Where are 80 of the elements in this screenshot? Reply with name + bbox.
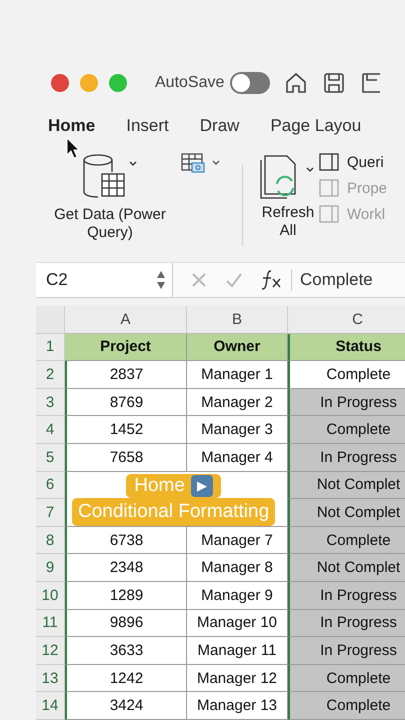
- table-cell: Complete: [288, 416, 405, 444]
- ribbon-tab[interactable]: Home: [48, 116, 96, 136]
- table-cell: 2837: [65, 361, 187, 389]
- row-header[interactable]: 2: [36, 361, 65, 389]
- table-cell: Not Complet: [288, 554, 405, 582]
- row-header[interactable]: 14: [36, 692, 65, 720]
- table-cell: 3424: [65, 692, 187, 720]
- function-icon[interactable]: [259, 269, 283, 292]
- row-header[interactable]: 12: [36, 637, 65, 665]
- table-cell: Not Complet: [288, 499, 405, 527]
- table-cell: Not Complet: [288, 472, 405, 500]
- table-cell: In Progress: [288, 610, 405, 638]
- name-box[interactable]: C2: [36, 263, 173, 298]
- caption-text: Home: [134, 474, 185, 497]
- row-header[interactable]: 9: [36, 554, 65, 582]
- panel-icon: [319, 204, 339, 224]
- get-data-button[interactable]: Get Data (Power Query): [45, 206, 175, 242]
- save-icon[interactable]: [322, 70, 346, 94]
- table-cell: In Progress: [288, 388, 405, 416]
- play-glyph: ▶: [190, 474, 213, 497]
- caption-text: Conditional Formatting: [78, 500, 270, 523]
- row-header[interactable]: 7: [36, 499, 65, 527]
- cell-reference: C2: [46, 270, 68, 290]
- row-header[interactable]: 1: [36, 334, 65, 362]
- table-cell: Manager 3: [187, 416, 288, 444]
- table-cell: In Progress: [288, 444, 405, 472]
- row-header[interactable]: 8: [36, 526, 65, 554]
- table-cell: Complete: [288, 692, 405, 720]
- column-header[interactable]: C: [288, 306, 405, 334]
- ribbon-item[interactable]: Queri: [319, 152, 388, 172]
- autosave-toggle[interactable]: [230, 72, 270, 94]
- header-cell: Status: [288, 334, 405, 362]
- table-cell: Manager 1: [187, 361, 288, 389]
- table-cell: 9896: [65, 610, 187, 638]
- header-cell: Owner: [187, 334, 288, 362]
- ribbon-tab[interactable]: Insert: [126, 116, 169, 136]
- autosave-label: AutoSave: [155, 74, 224, 92]
- ribbon-tab[interactable]: Draw: [200, 116, 240, 136]
- row-header[interactable]: 3: [36, 388, 65, 416]
- stepper-icon[interactable]: [156, 269, 166, 292]
- table-cell: Manager 4: [187, 444, 288, 472]
- row-header[interactable]: 5: [36, 444, 65, 472]
- table-cell: 2348: [65, 554, 187, 582]
- row-header[interactable]: 10: [36, 582, 65, 610]
- row-header[interactable]: 11: [36, 610, 65, 638]
- row-header[interactable]: 13: [36, 664, 65, 692]
- column-header[interactable]: B: [187, 306, 288, 334]
- close-button[interactable]: [51, 74, 69, 92]
- table-cell: 6738: [65, 526, 187, 554]
- table-cell: In Progress: [288, 637, 405, 665]
- table-cell: Manager 10: [187, 610, 288, 638]
- table-cell: Manager 2: [187, 388, 288, 416]
- column-header[interactable]: A: [65, 306, 187, 334]
- table-cell: 1242: [65, 664, 187, 692]
- refresh-all-button[interactable]: Refresh All: [259, 204, 317, 240]
- check-icon[interactable]: [225, 272, 243, 288]
- ribbon-tab[interactable]: Page Layou: [270, 116, 362, 136]
- row-header[interactable]: 6: [36, 472, 65, 500]
- formula-input[interactable]: Complete: [300, 270, 373, 290]
- cursor-icon: [66, 137, 80, 159]
- table-cell: Complete: [288, 526, 405, 554]
- table-cell: Manager 12: [187, 664, 288, 692]
- header-cell: Project: [65, 334, 187, 362]
- table-cell: Manager 11: [187, 637, 288, 665]
- table-cell: Complete: [288, 361, 405, 389]
- table-cell: 1452: [65, 416, 187, 444]
- table-cell: Manager 13: [187, 692, 288, 720]
- table-cell: Manager 7: [187, 526, 288, 554]
- table-cell: 7658: [65, 444, 187, 472]
- table-cell: In Progress: [288, 582, 405, 610]
- row-header[interactable]: 4: [36, 416, 65, 444]
- table-cell: Complete: [288, 664, 405, 692]
- table-cell: Manager 9: [187, 582, 288, 610]
- home-icon[interactable]: [284, 70, 308, 94]
- table-cell: Manager 8: [187, 554, 288, 582]
- table-cell: 8769: [65, 388, 187, 416]
- table-cell: 3633: [65, 637, 187, 665]
- table-cell: 1289: [65, 582, 187, 610]
- panel-icon: [319, 178, 339, 198]
- panel-icon: [319, 152, 339, 172]
